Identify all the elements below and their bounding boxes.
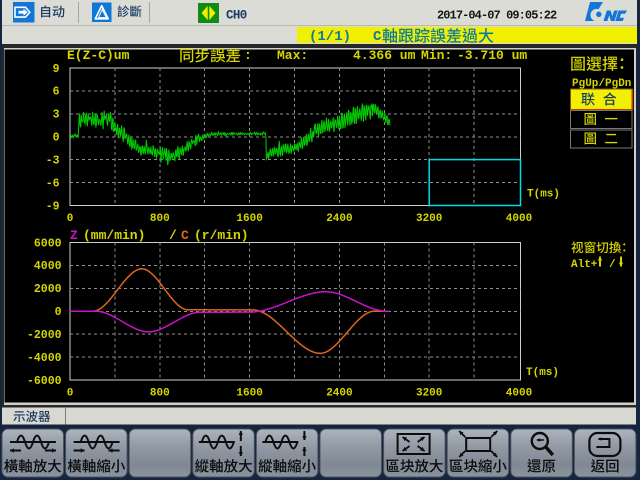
svg-text:T(ms): T(ms): [526, 367, 559, 379]
svg-text:0: 0: [67, 213, 74, 225]
svg-text:3: 3: [53, 109, 60, 122]
svg-text::: :: [244, 48, 252, 63]
svg-text:Alt+: Alt+: [571, 259, 598, 271]
svg-text:2017-04-07 09:05:22: 2017-04-07 09:05:22: [437, 9, 557, 23]
svg-text:3200: 3200: [416, 388, 442, 400]
svg-text:6000: 6000: [34, 237, 62, 250]
svg-text:Z: Z: [70, 228, 78, 243]
svg-text:0: 0: [55, 306, 62, 319]
svg-text:2400: 2400: [326, 388, 352, 400]
svg-text:2000: 2000: [34, 283, 62, 296]
svg-text:-6: -6: [46, 177, 60, 190]
svg-text:/: /: [169, 228, 177, 243]
svg-text:-3.710 um: -3.710 um: [457, 48, 527, 63]
svg-text:Max:: Max:: [277, 48, 308, 63]
svg-text:9: 9: [53, 63, 60, 76]
svg-text:800: 800: [150, 388, 170, 400]
svg-text:-9: -9: [46, 200, 60, 213]
svg-text:0: 0: [53, 132, 60, 145]
svg-text:4000: 4000: [506, 388, 532, 400]
svg-text:4000: 4000: [34, 260, 62, 273]
svg-text:(mm/min): (mm/min): [83, 228, 145, 243]
svg-text:800: 800: [150, 213, 170, 225]
svg-text:Min:: Min:: [421, 48, 452, 63]
svg-text:C: C: [373, 29, 382, 45]
svg-text:1600: 1600: [236, 213, 262, 225]
svg-text:2400: 2400: [326, 213, 352, 225]
svg-text:C: C: [181, 228, 189, 243]
svg-text:3200: 3200: [416, 213, 442, 225]
svg-text:(1/1): (1/1): [309, 29, 351, 45]
svg-text:4000: 4000: [506, 213, 532, 225]
svg-text:CH0: CH0: [226, 9, 247, 23]
svg-text:-4000: -4000: [27, 352, 62, 365]
svg-text:PgUp/PgDn: PgUp/PgDn: [572, 78, 631, 90]
svg-text:0: 0: [67, 388, 74, 400]
svg-text:1600: 1600: [236, 388, 262, 400]
svg-text:4.366 um: 4.366 um: [353, 48, 416, 63]
svg-text:-6000: -6000: [27, 375, 62, 388]
svg-text:-2000: -2000: [27, 329, 62, 342]
svg-text:6: 6: [53, 86, 60, 99]
svg-text:-3: -3: [46, 154, 60, 167]
svg-text:T(ms): T(ms): [527, 189, 560, 201]
svg-text:/: /: [609, 259, 616, 271]
svg-text:(r/min): (r/min): [194, 228, 249, 243]
svg-text:E(Z-C)um: E(Z-C)um: [67, 48, 130, 63]
